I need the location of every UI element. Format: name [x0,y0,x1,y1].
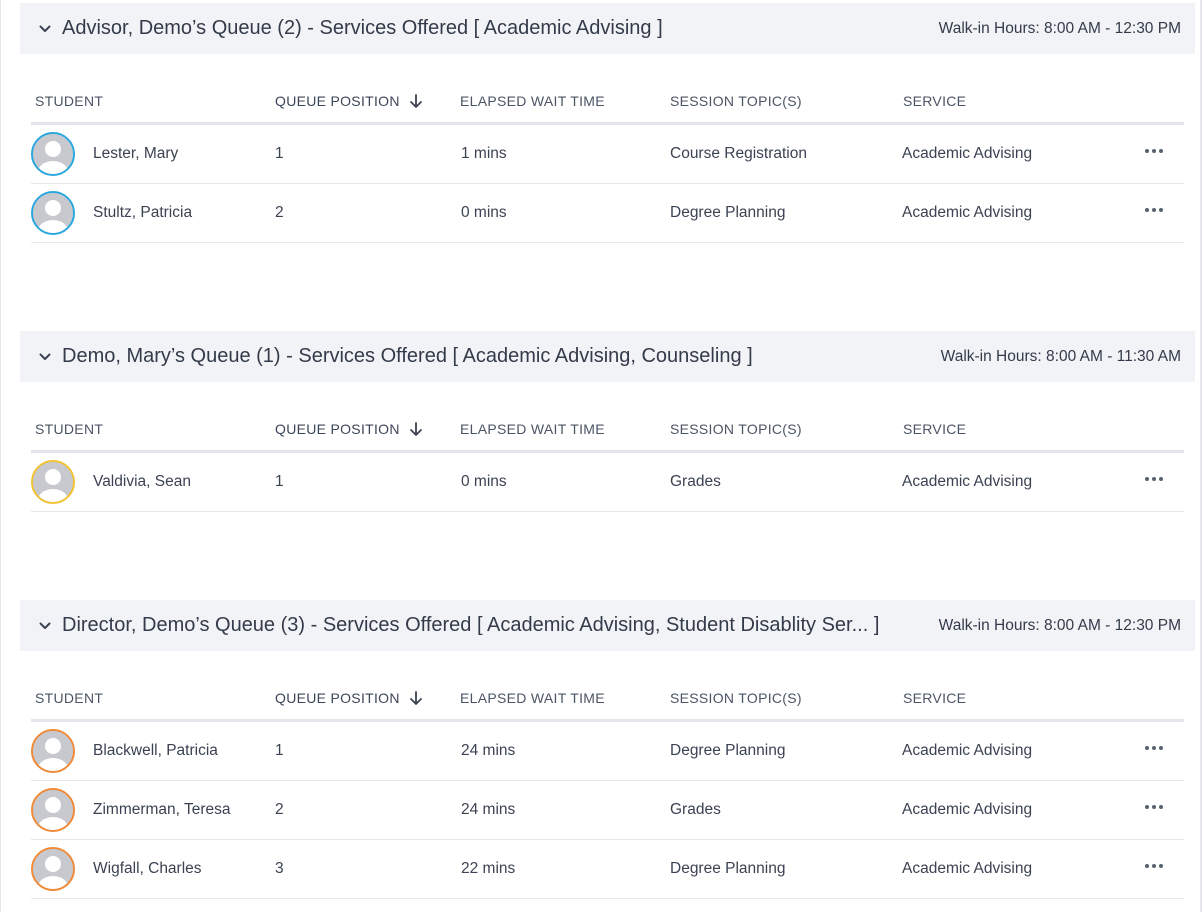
column-header-student: STUDENT [35,690,104,706]
queue-panel: Director, Demo’s Queue (3) - Services Of… [20,600,1195,899]
queue-position: 1 [275,145,284,162]
session-topic: Course Registration [670,145,807,162]
student-name[interactable]: Zimmerman, Teresa [93,801,231,819]
session-topic: Grades [670,801,721,818]
queue-panel: Advisor, Demo’s Queue (2) - Services Off… [20,3,1195,243]
queue-title: Demo, Mary’s Queue (1) - Services Offere… [62,345,753,367]
column-header-elapsed-wait-time: ELAPSED WAIT TIME [460,690,605,706]
arrow-down-icon[interactable] [408,93,424,109]
column-header-elapsed-wait-time: ELAPSED WAIT TIME [460,93,605,109]
column-header-session-topics: SESSION TOPIC(S) [670,93,802,109]
service: Academic Advising [902,204,1033,221]
service: Academic Advising [902,473,1033,490]
table-row[interactable]: Stultz, Patricia 2 0 mins Degree Plannin… [31,184,1184,243]
more-options-icon[interactable] [1143,795,1165,819]
queue-table: STUDENT QUEUE POSITION ELAPSED WAIT TIME… [31,382,1184,512]
more-options-icon[interactable] [1143,467,1165,491]
column-header-queue-position[interactable]: QUEUE POSITION [275,93,424,109]
student-name[interactable]: Valdivia, Sean [93,473,191,491]
column-header-student: STUDENT [35,421,104,437]
chevron-down-icon[interactable] [38,350,52,364]
table-row[interactable]: Valdivia, Sean 1 0 mins Grades Academic … [31,453,1184,512]
more-options-icon[interactable] [1143,854,1165,878]
walkin-hours: Walk-in Hours: 8:00 AM - 12:30 PM [938,616,1181,634]
session-topic: Degree Planning [670,742,786,759]
elapsed-wait-time: 1 mins [461,145,507,162]
avatar[interactable] [31,729,75,773]
table-header: STUDENT QUEUE POSITION ELAPSED WAIT TIME… [31,54,1184,125]
queue-position: 2 [275,204,284,221]
avatar[interactable] [31,191,75,235]
student-name[interactable]: Blackwell, Patricia [93,742,218,760]
student-name[interactable]: Wigfall, Charles [93,860,202,878]
student-name[interactable]: Stultz, Patricia [93,204,192,222]
table-row[interactable]: Wigfall, Charles 3 22 mins Degree Planni… [31,840,1184,899]
queue-header[interactable]: Demo, Mary’s Queue (1) - Services Offere… [20,331,1195,382]
avatar[interactable] [31,132,75,176]
chevron-down-icon[interactable] [38,22,52,36]
walkin-hours: Walk-in Hours: 8:00 AM - 11:30 AM [940,347,1181,365]
elapsed-wait-time: 24 mins [461,801,516,818]
elapsed-wait-time: 0 mins [461,204,507,221]
column-header-service: SERVICE [903,93,967,109]
queue-table: STUDENT QUEUE POSITION ELAPSED WAIT TIME… [31,54,1184,243]
service: Academic Advising [902,742,1033,759]
session-topic: Grades [670,473,721,490]
column-header-student: STUDENT [35,93,104,109]
avatar[interactable] [31,788,75,832]
arrow-down-icon[interactable] [408,421,424,437]
session-topic: Degree Planning [670,860,786,877]
queue-table: STUDENT QUEUE POSITION ELAPSED WAIT TIME… [31,651,1184,899]
column-header-queue-position[interactable]: QUEUE POSITION [275,421,424,437]
column-header-queue-position[interactable]: QUEUE POSITION [275,690,424,706]
elapsed-wait-time: 0 mins [461,473,507,490]
column-header-service: SERVICE [903,690,967,706]
column-header-label: QUEUE POSITION [275,421,400,437]
column-header-session-topics: SESSION TOPIC(S) [670,690,802,706]
column-header-session-topics: SESSION TOPIC(S) [670,421,802,437]
column-header-label: QUEUE POSITION [275,93,400,109]
chevron-down-icon[interactable] [38,619,52,633]
queue-position: 2 [275,801,284,818]
table-header: STUDENT QUEUE POSITION ELAPSED WAIT TIME… [31,382,1184,453]
table-header: STUDENT QUEUE POSITION ELAPSED WAIT TIME… [31,651,1184,722]
student-name[interactable]: Lester, Mary [93,145,178,163]
queue-panel: Demo, Mary’s Queue (1) - Services Offere… [20,331,1195,512]
avatar[interactable] [31,460,75,504]
table-row[interactable]: Zimmerman, Teresa 2 24 mins Grades Acade… [31,781,1184,840]
elapsed-wait-time: 24 mins [461,742,516,759]
service: Academic Advising [902,860,1033,877]
queue-position: 1 [275,473,284,490]
page-left-border [0,0,1,912]
queue-title: Advisor, Demo’s Queue (2) - Services Off… [62,17,663,39]
queue-position: 3 [275,860,284,877]
avatar[interactable] [31,847,75,891]
queue-header[interactable]: Advisor, Demo’s Queue (2) - Services Off… [20,3,1195,54]
table-row[interactable]: Lester, Mary 1 1 mins Course Registratio… [31,125,1184,184]
column-header-elapsed-wait-time: ELAPSED WAIT TIME [460,421,605,437]
elapsed-wait-time: 22 mins [461,860,516,877]
session-topic: Degree Planning [670,204,786,221]
queue-position: 1 [275,742,284,759]
more-options-icon[interactable] [1143,198,1165,222]
more-options-icon[interactable] [1143,139,1165,163]
column-header-label: QUEUE POSITION [275,690,400,706]
more-options-icon[interactable] [1143,736,1165,760]
walkin-hours: Walk-in Hours: 8:00 AM - 12:30 PM [938,19,1181,37]
service: Academic Advising [902,801,1033,818]
queue-header[interactable]: Director, Demo’s Queue (3) - Services Of… [20,600,1195,651]
service: Academic Advising [902,145,1033,162]
table-row[interactable]: Blackwell, Patricia 1 24 mins Degree Pla… [31,722,1184,781]
queue-title: Director, Demo’s Queue (3) - Services Of… [62,614,880,636]
arrow-down-icon[interactable] [408,690,424,706]
column-header-service: SERVICE [903,421,967,437]
